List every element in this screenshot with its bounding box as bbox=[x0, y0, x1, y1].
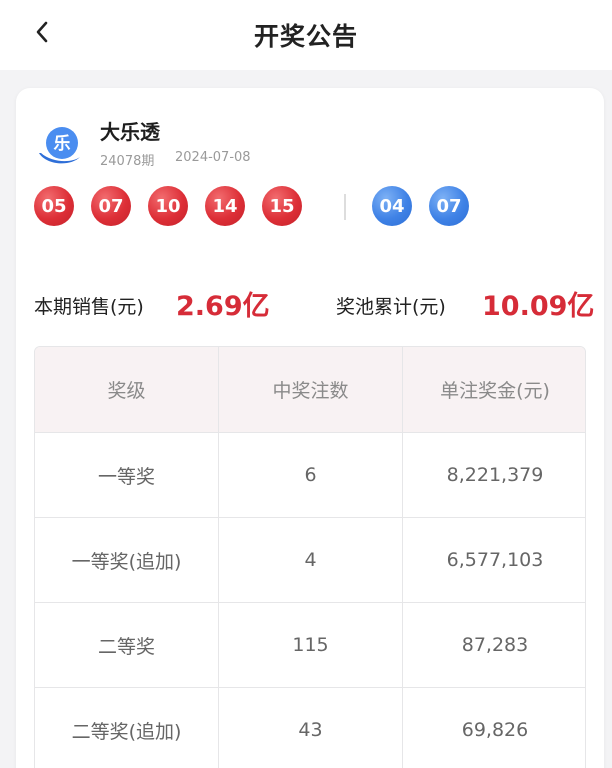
top-navigation-bar: 开奖公告 bbox=[0, 0, 612, 70]
table-row: 二等奖 115 87,283 bbox=[35, 603, 585, 688]
sales-value: 2.69亿 bbox=[176, 291, 270, 322]
sales-label: 本期销售(元) bbox=[34, 296, 144, 318]
prize-amount: 87,283 bbox=[461, 634, 529, 656]
issue-number: 24078期 bbox=[100, 154, 155, 169]
red-ball: 14 bbox=[205, 186, 245, 226]
prize-amount: 6,577,103 bbox=[446, 549, 544, 571]
ball-divider bbox=[344, 194, 346, 220]
winner-count: 4 bbox=[219, 518, 403, 602]
table-row: 一等奖 6 8,221,379 bbox=[35, 433, 585, 518]
lottery-name: 大乐透 bbox=[100, 120, 160, 144]
header-prize-level: 奖级 bbox=[35, 347, 219, 432]
red-ball: 10 bbox=[148, 186, 188, 226]
draw-result-card: 乐 大乐透 24078期 2024-07-08 05 07 10 14 15 0… bbox=[16, 88, 604, 768]
blue-ball: 04 bbox=[372, 186, 412, 226]
prize-level: 一等奖 bbox=[35, 433, 219, 517]
prize-level: 二等奖 bbox=[35, 603, 219, 687]
header-prize-amount: 单注奖金(元) bbox=[440, 380, 550, 402]
winner-count: 6 bbox=[219, 433, 403, 517]
blue-ball: 07 bbox=[429, 186, 469, 226]
table-row: 二等奖(追加) 43 69,826 bbox=[35, 688, 585, 768]
chevron-left-icon bbox=[36, 21, 48, 43]
red-ball: 05 bbox=[34, 186, 74, 226]
prize-amount: 8,221,379 bbox=[446, 464, 544, 486]
winning-numbers: 05 07 10 14 15 04 07 bbox=[34, 186, 469, 228]
prize-level: 二等奖(追加) bbox=[35, 688, 219, 768]
winner-count: 43 bbox=[219, 688, 403, 768]
red-ball: 07 bbox=[91, 186, 131, 226]
draw-date: 2024-07-08 bbox=[175, 150, 251, 165]
lottery-logo: 乐 bbox=[39, 127, 80, 164]
page-title: 开奖公告 bbox=[253, 22, 358, 51]
lottery-logo-char: 乐 bbox=[54, 134, 71, 154]
header-winner-count: 中奖注数 bbox=[219, 347, 403, 432]
red-ball: 15 bbox=[262, 186, 302, 226]
prize-table: 奖级 中奖注数 单注奖金(元) 一等奖 6 8,221,379 一等奖(追加) … bbox=[34, 346, 586, 768]
table-row: 一等奖(追加) 4 6,577,103 bbox=[35, 518, 585, 603]
pool-label: 奖池累计(元) bbox=[336, 296, 446, 318]
prize-amount: 69,826 bbox=[461, 719, 529, 741]
back-button[interactable] bbox=[28, 18, 56, 46]
pool-value: 10.09亿 bbox=[482, 291, 595, 322]
table-header-row: 奖级 中奖注数 单注奖金(元) bbox=[35, 347, 585, 433]
prize-level: 一等奖(追加) bbox=[35, 518, 219, 602]
winner-count: 115 bbox=[219, 603, 403, 687]
